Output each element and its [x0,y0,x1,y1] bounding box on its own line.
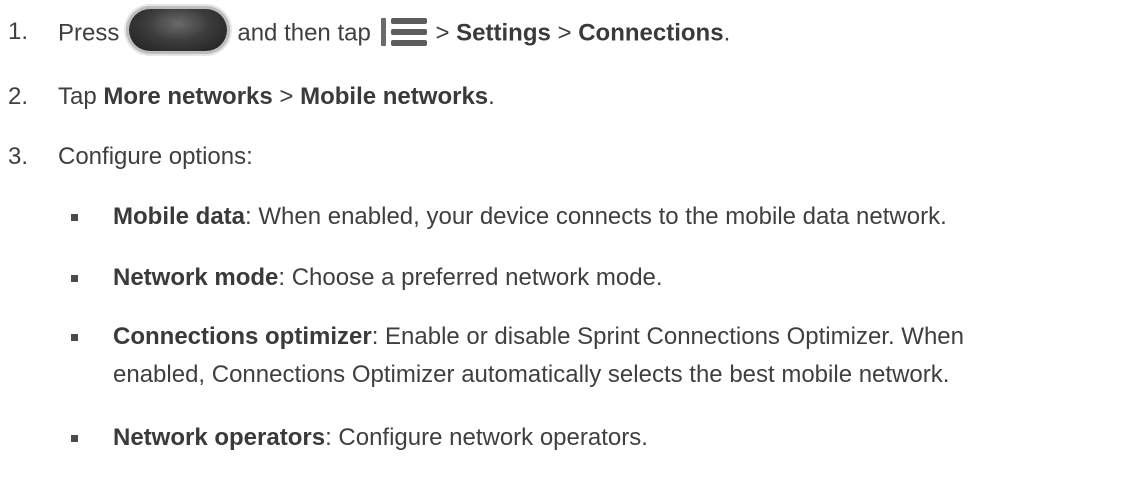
option-description: : Enable or disable Sprint Connections O… [371,323,964,350]
option-term: Network mode [113,264,279,291]
step-text: Tap [58,83,97,110]
bullet-icon [71,435,78,442]
menu-icon [381,18,428,46]
option-description: : When enabled, your device connects to … [245,203,947,230]
mobile-networks-label: Mobile networks [300,83,489,110]
connections-label: Connections [578,19,724,47]
step-number: 2. [8,83,29,110]
bullet-icon [71,275,78,282]
step-number: 1. [8,18,29,45]
step-text: and then tap [237,19,371,47]
option-term: Connections optimizer [113,323,372,350]
option-description: : Configure network operators. [325,424,648,451]
separator: > [557,19,572,47]
step-text: Configure options: [58,143,253,170]
option-description: : Choose a preferred network mode. [278,264,663,291]
step-text: Press [58,19,120,47]
option-term: Network operators [113,424,326,451]
settings-label: Settings [456,19,551,47]
option-term: Mobile data [113,203,246,230]
option-description: enabled, Connections Optimizer automatic… [113,361,950,388]
separator: > [435,19,450,47]
bullet-icon [71,334,78,341]
separator: > [279,83,294,110]
home-button-icon [129,9,228,51]
bullet-icon [71,214,78,221]
more-networks-label: More networks [103,83,273,110]
step-number: 3. [8,143,29,170]
